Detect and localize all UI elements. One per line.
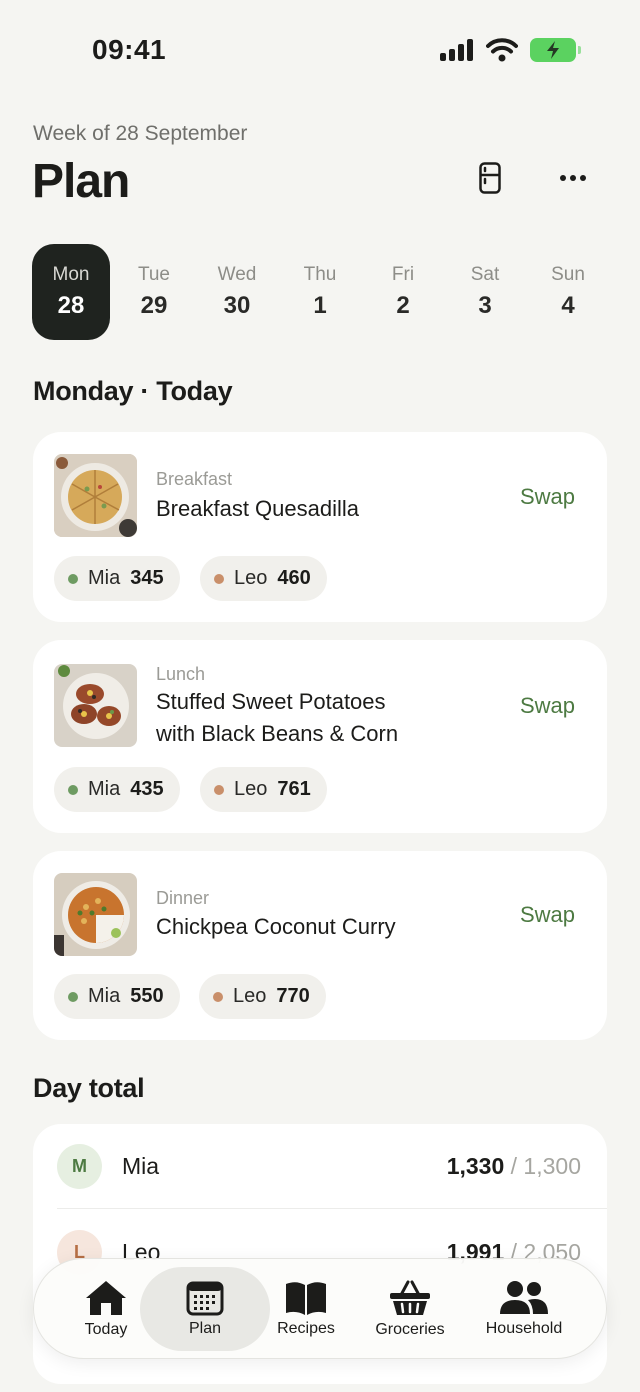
day-total-heading: Day total [33, 1073, 145, 1103]
calorie-value: 770 [276, 985, 310, 1007]
wifi-icon [486, 38, 518, 62]
day-name: Sat [470, 264, 500, 285]
calorie-value: 435 [130, 778, 164, 800]
home-icon [86, 1281, 126, 1315]
status-icons [440, 38, 581, 62]
person-name: Leo [233, 985, 267, 1007]
book-icon [286, 1282, 326, 1315]
swap-button[interactable]: Swap [520, 693, 575, 719]
day-number: 4 [561, 292, 575, 319]
calorie-pill-mia: Mia 550 [54, 974, 180, 1019]
calorie-pill-mia: Mia 435 [54, 767, 180, 812]
leo-dot [214, 573, 224, 584]
calorie-value: 460 [277, 567, 311, 589]
meal-type-label: Lunch [156, 664, 206, 684]
fridge-icon [479, 162, 501, 194]
meal-name: Breakfast Quesadilla [156, 496, 359, 521]
page-title: Plan [32, 155, 130, 208]
person-name: Mia [88, 778, 121, 800]
mia-dot [68, 991, 78, 1002]
week-strip: Mon 28 Tue 29 Wed 30 Thu 1 Fri 2 Sat 3 S… [32, 244, 610, 340]
day-number: 30 [223, 292, 251, 319]
more-icon [560, 175, 586, 181]
total-target: / 1,300 [510, 1153, 581, 1179]
day-number: 29 [140, 292, 168, 319]
tab-label: Today [84, 1321, 128, 1338]
day-name: Tue [137, 264, 171, 285]
tab-label: Plan [188, 1320, 222, 1337]
meal-thumbnail [54, 873, 137, 956]
meal-thumbnail [54, 664, 137, 747]
day-wed[interactable]: Wed 30 [198, 244, 276, 340]
day-sun[interactable]: Sun 4 [529, 244, 607, 340]
tab-label: Household [485, 1320, 563, 1337]
day-number: 1 [313, 292, 327, 319]
calorie-pill-leo: Leo 770 [199, 974, 326, 1019]
meal-card-breakfast[interactable]: Breakfast Breakfast Quesadilla Swap Mia … [33, 432, 607, 622]
leo-dot [213, 991, 223, 1002]
person-name: Leo [234, 567, 268, 589]
day-name: Sun [551, 264, 585, 285]
total-value: 1,330 / 1,300 [447, 1153, 581, 1180]
calorie-value: 761 [277, 778, 311, 800]
day-name: Mon [52, 264, 90, 285]
person-name: Mia [122, 1153, 160, 1179]
mia-dot [68, 784, 78, 795]
total-row-mia[interactable]: M Mia 1,330 / 1,300 [33, 1124, 607, 1210]
status-time: 09:41 [92, 34, 167, 65]
tab-recipes[interactable]: Recipes [260, 1267, 352, 1351]
avatar: M [57, 1144, 102, 1189]
tab-bar: Today Plan Recipes Groceries Household [33, 1258, 607, 1359]
day-tue[interactable]: Tue 29 [115, 244, 193, 340]
meal-name-line2: with Black Beans & Corn [156, 721, 399, 746]
swap-button[interactable]: Swap [520, 484, 575, 510]
person-name: Mia [88, 985, 121, 1007]
day-fri[interactable]: Fri 2 [364, 244, 442, 340]
day-number: 28 [57, 292, 85, 319]
day-thu[interactable]: Thu 1 [281, 244, 359, 340]
meal-name-line1: Stuffed Sweet Potatoes [156, 689, 386, 714]
meal-name: Chickpea Coconut Curry [156, 914, 396, 939]
tab-label: Groceries [375, 1321, 445, 1338]
day-name: Wed [217, 264, 257, 285]
today-heading: Monday · Today [33, 376, 233, 406]
meal-thumbnail [54, 454, 137, 537]
signal-icon [440, 39, 473, 61]
day-name: Fri [391, 264, 415, 285]
meal-card-lunch[interactable]: Lunch Stuffed Sweet Potatoes with Black … [33, 640, 607, 833]
plan-screen: 09:41 Week of 28 September Plan Mon 28 T… [0, 0, 640, 1392]
day-mon[interactable]: Mon 28 [32, 244, 110, 340]
tab-groceries[interactable]: Groceries [360, 1267, 460, 1351]
swap-button[interactable]: Swap [520, 902, 575, 928]
day-number: 3 [478, 292, 492, 319]
calorie-value: 345 [130, 567, 164, 589]
tab-label: Recipes [277, 1320, 335, 1337]
person-name: Mia [88, 567, 121, 589]
calendar-icon [186, 1281, 224, 1316]
day-number: 2 [396, 292, 410, 319]
battery-icon [530, 38, 581, 62]
calorie-value: 550 [130, 985, 164, 1007]
tab-plan[interactable]: Plan [140, 1267, 270, 1351]
people-icon [500, 1281, 548, 1314]
fridge-button[interactable] [470, 158, 510, 198]
week-subtitle: Week of 28 September [33, 122, 248, 145]
total-consumed: 1,330 [446, 1153, 505, 1179]
person-name: Leo [234, 778, 268, 800]
calorie-pill-leo: Leo 761 [200, 767, 327, 812]
mia-dot [68, 573, 78, 584]
more-button[interactable] [553, 158, 593, 198]
leo-dot [214, 784, 224, 795]
day-sat[interactable]: Sat 3 [446, 244, 524, 340]
day-name: Thu [303, 264, 337, 285]
divider [57, 1208, 607, 1209]
calorie-pill-mia: Mia 345 [54, 556, 180, 601]
basket-icon [390, 1280, 430, 1315]
meal-type-label: Dinner [156, 888, 210, 908]
calorie-pill-leo: Leo 460 [200, 556, 327, 601]
meal-card-dinner[interactable]: Dinner Chickpea Coconut Curry Swap Mia 5… [33, 851, 607, 1040]
tab-household[interactable]: Household [470, 1267, 578, 1351]
meal-type-label: Breakfast [156, 469, 233, 489]
